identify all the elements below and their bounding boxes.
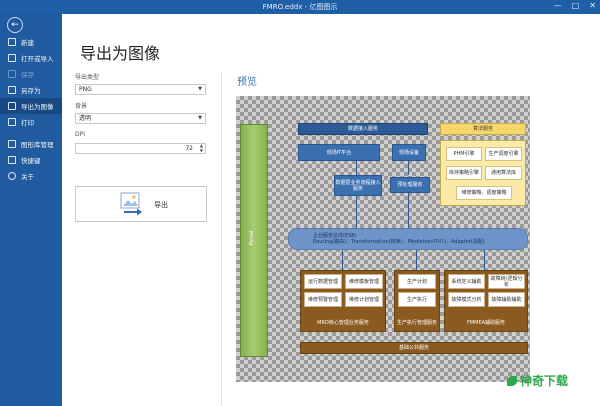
production-execution: 生产执行 <box>398 292 436 307</box>
open-folder-icon <box>8 54 16 62</box>
fmmea-group-label: FMMEA辅助服务 <box>466 320 506 326</box>
dpi-label: DPI <box>75 131 86 138</box>
page-title: 导出为图像 <box>80 44 161 63</box>
panel-divider <box>221 72 222 406</box>
business-flow-access: 数据层业务流程接入服务 <box>334 175 382 196</box>
connector <box>356 196 357 228</box>
export-image-icon <box>120 192 142 216</box>
chevron-down-icon: ▼ <box>198 86 202 92</box>
menu-item-label: 快捷键 <box>21 157 41 165</box>
menu-item-library[interactable]: 图形库管理 <box>0 136 62 152</box>
repair-plan-manage: 维修计划管理 <box>345 292 383 307</box>
menu-item-label: 图形库管理 <box>21 141 54 149</box>
site-watermark: 神奇下载 <box>507 372 569 389</box>
library-icon <box>8 140 16 148</box>
preprocess-service: 预处理服务 <box>390 177 430 193</box>
production-group-label: 生产执行管理服务 <box>396 320 437 326</box>
repair-template-manage: 维修模板管理 <box>345 274 383 289</box>
save-icon <box>8 70 16 78</box>
watermark-text: 神奇下载 <box>520 374 569 388</box>
menu-item-save-as[interactable]: 另存为 <box>0 82 62 98</box>
file-sidebar: ← 新建 打开或导入 保存 另存为 导出为图像 打印 图形库管理 快捷键 关于 <box>0 14 62 406</box>
menu-item-label: 另存为 <box>21 87 41 95</box>
menu-item-about[interactable]: 关于 <box>0 168 62 184</box>
menu-item-save[interactable]: 保存 <box>0 66 62 82</box>
export-type-value: PNG <box>79 86 92 93</box>
title-bar: FMRO.eddx - 亿图图示 — □ ✕ <box>0 0 600 14</box>
export-type-label: 导出类型 <box>75 74 100 81</box>
back-button[interactable]: ← <box>7 17 23 33</box>
portal-label: Portal <box>249 230 256 246</box>
connector <box>408 193 409 228</box>
maximize-button[interactable]: □ <box>572 1 580 10</box>
fault-mode-analysis: 故障模式分析 <box>448 292 485 307</box>
preview-canvas: Portal 数据接入服务 现场IT平台 现场设备 数据层业务流程接入服务 预处… <box>236 96 530 382</box>
menu-item-new[interactable]: 新建 <box>0 34 62 50</box>
preview-title: 预览 <box>237 77 257 88</box>
menu-item-label: 关于 <box>21 173 34 181</box>
inventory-engine: 库存策略引擎 <box>446 166 482 180</box>
window-controls: — □ ✕ <box>554 1 596 10</box>
phm-engine: PHM引擎 <box>446 147 482 161</box>
data-access-service: 数据接入服务 <box>298 123 428 135</box>
background-label: 背景 <box>75 103 88 110</box>
file-menu: 新建 打开或导入 保存 另存为 导出为图像 打印 图形库管理 快捷键 关于 <box>0 34 62 184</box>
window-title: FMRO.eddx - 亿图图示 <box>262 3 338 11</box>
connector <box>416 250 417 270</box>
production-engine: 生产调度引擎 <box>485 147 522 161</box>
keyboard-icon <box>8 156 16 164</box>
connector <box>484 250 485 270</box>
ops-data-manage: 运行数据管理 <box>304 274 342 289</box>
menu-item-open[interactable]: 打开或导入 <box>0 50 62 66</box>
field-device: 现场设备 <box>392 144 426 161</box>
menu-item-label: 打印 <box>21 119 34 127</box>
menu-item-label: 新建 <box>21 39 34 47</box>
esb-subtitle: Routing(路由)、Transformation(转换)、Mediation… <box>313 239 485 245</box>
connector <box>408 161 409 175</box>
new-file-icon <box>8 38 16 46</box>
connector <box>342 250 343 270</box>
menu-item-print[interactable]: 打印 <box>0 114 62 130</box>
connector <box>483 206 484 228</box>
maintenance-strategy: 维修策略、调度策略 <box>456 186 512 200</box>
export-button-label: 导出 <box>154 201 168 209</box>
export-type-select[interactable]: PNG ▼ <box>75 84 206 95</box>
save-as-icon <box>8 86 16 94</box>
minimize-button[interactable]: — <box>554 1 562 10</box>
leaf-icon <box>507 376 517 386</box>
general-library: 通用算法库 <box>485 166 522 180</box>
base-public-service: 基础公共服务 <box>300 342 528 354</box>
background-select[interactable]: 透明 ▼ <box>75 113 206 124</box>
algorithm-service: 算法服务 <box>440 123 526 135</box>
menu-item-label: 打开或导入 <box>21 55 54 63</box>
menu-item-export-image[interactable]: 导出为图像 <box>0 98 62 114</box>
connector <box>356 161 357 175</box>
dpi-value: 72 <box>185 145 193 152</box>
esb-bus: 企业服务总线(ESB) Routing(路由)、Transformation(转… <box>288 228 528 250</box>
iot-platform: 现场IT平台 <box>298 144 380 161</box>
menu-item-label: 保存 <box>21 71 34 79</box>
info-icon <box>8 172 16 180</box>
production-plan: 生产计划 <box>398 274 436 289</box>
fault-tree-analysis: 故障树/逻辑分析 <box>488 274 525 289</box>
mro-group-label: MRO核心管理业务服务 <box>317 320 369 326</box>
dpi-stepper[interactable]: 72 ▲ ▼ <box>75 143 206 154</box>
stepper-arrows-icon[interactable]: ▲ ▼ <box>200 143 203 153</box>
close-button[interactable]: ✕ <box>589 1 596 10</box>
system-definition: 系统定义辅助 <box>448 274 485 289</box>
chevron-down-icon: ▼ <box>198 115 202 121</box>
background-value: 透明 <box>79 115 92 122</box>
menu-item-label: 导出为图像 <box>21 103 54 111</box>
repair-forecast-manage: 维修预警管理 <box>304 292 342 307</box>
export-button[interactable]: 导出 <box>75 186 207 222</box>
fault-aid: 故障辅助辅助 <box>488 292 525 307</box>
portal-bar: Portal <box>240 124 268 357</box>
menu-item-shortcuts[interactable]: 快捷键 <box>0 152 62 168</box>
print-icon <box>8 118 16 126</box>
export-image-icon <box>8 102 16 110</box>
